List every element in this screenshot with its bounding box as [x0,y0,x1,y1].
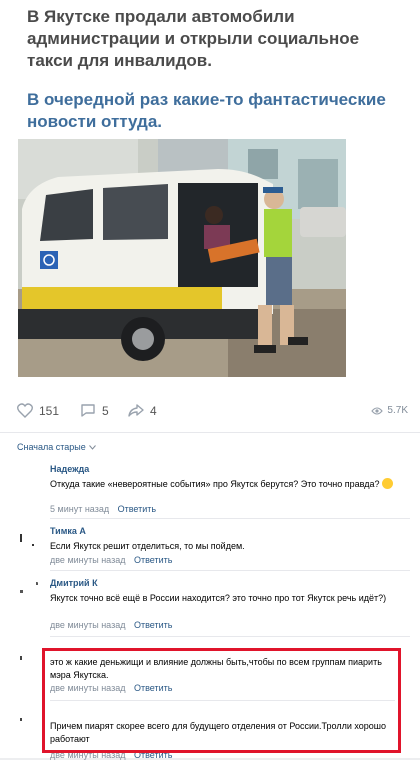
reply-button[interactable]: Ответить [118,504,156,514]
post-actions: 151 5 4 5.7K [0,398,420,428]
van-photo-illustration [18,139,346,377]
divider [0,432,420,433]
comment: Дмитрий К Якутск точно всё ещё в России … [0,574,420,634]
comment-text: Откуда такие «невероятные события» про Я… [50,478,395,491]
divider [50,518,410,519]
avatar[interactable] [18,578,40,600]
chevron-down-icon [88,444,96,450]
avatar-image [18,578,40,600]
comment-author[interactable]: Тимка А [50,526,86,536]
likes-count: 151 [39,403,60,418]
comment-button[interactable]: 5 [80,403,109,418]
comment-time[interactable]: две минуты назад [50,620,125,630]
views-counter: 5.7K [371,405,408,416]
avatar-image [18,463,40,485]
heart-icon [17,403,33,418]
avatar[interactable] [18,463,40,485]
comment-meta: две минуты назад Ответить [50,620,172,630]
comment-author[interactable]: Надежда [50,464,89,474]
post-card: В Якутске продали автомобили администрац… [0,0,420,760]
avatar[interactable] [18,708,40,730]
comment-text: Якутск точно всё ещё в России находится?… [50,593,387,603]
avatar-image [18,528,40,550]
shares-count: 4 [150,403,157,418]
post-title: В Якутске продали автомобили администрац… [27,7,360,70]
grinning-emoji-icon [382,478,394,489]
avatar[interactable] [18,648,40,670]
comment-text: Если Якутск решит отделиться, то мы пойд… [50,541,245,551]
share-button[interactable]: 4 [128,403,157,418]
comment-icon [81,404,95,417]
comment-meta: 5 минут назад Ответить [50,504,156,514]
comment-time[interactable]: две минуты назад [50,555,125,565]
comments-count: 5 [102,403,109,418]
share-icon [128,404,144,417]
comment-meta: две минуты назад Ответить [50,555,172,565]
divider [50,570,410,571]
avatar-image [18,648,40,670]
eye-icon [371,406,384,415]
highlight-frame [42,648,401,753]
comments-sort[interactable]: Сначала старые [17,442,96,452]
comment: Надежда Откуда такие «невероятные событи… [0,460,420,516]
comment-time[interactable]: 5 минут назад [50,504,109,514]
like-button[interactable]: 151 [17,403,59,418]
avatar[interactable] [18,528,40,550]
avatar-image [18,708,40,730]
post-photo[interactable] [18,139,346,377]
views-count: 5.7K [387,405,408,416]
reply-button[interactable]: Ответить [134,620,172,630]
comment: Тимка А Если Якутск решит отделиться, то… [0,522,420,570]
comment-author[interactable]: Дмитрий К [50,578,98,588]
comments-sort-label: Сначала старые [17,442,86,452]
reply-button[interactable]: Ответить [134,555,172,565]
post-subtitle: В очередной раз какие-то фантастические … [27,90,386,131]
divider [50,636,410,637]
